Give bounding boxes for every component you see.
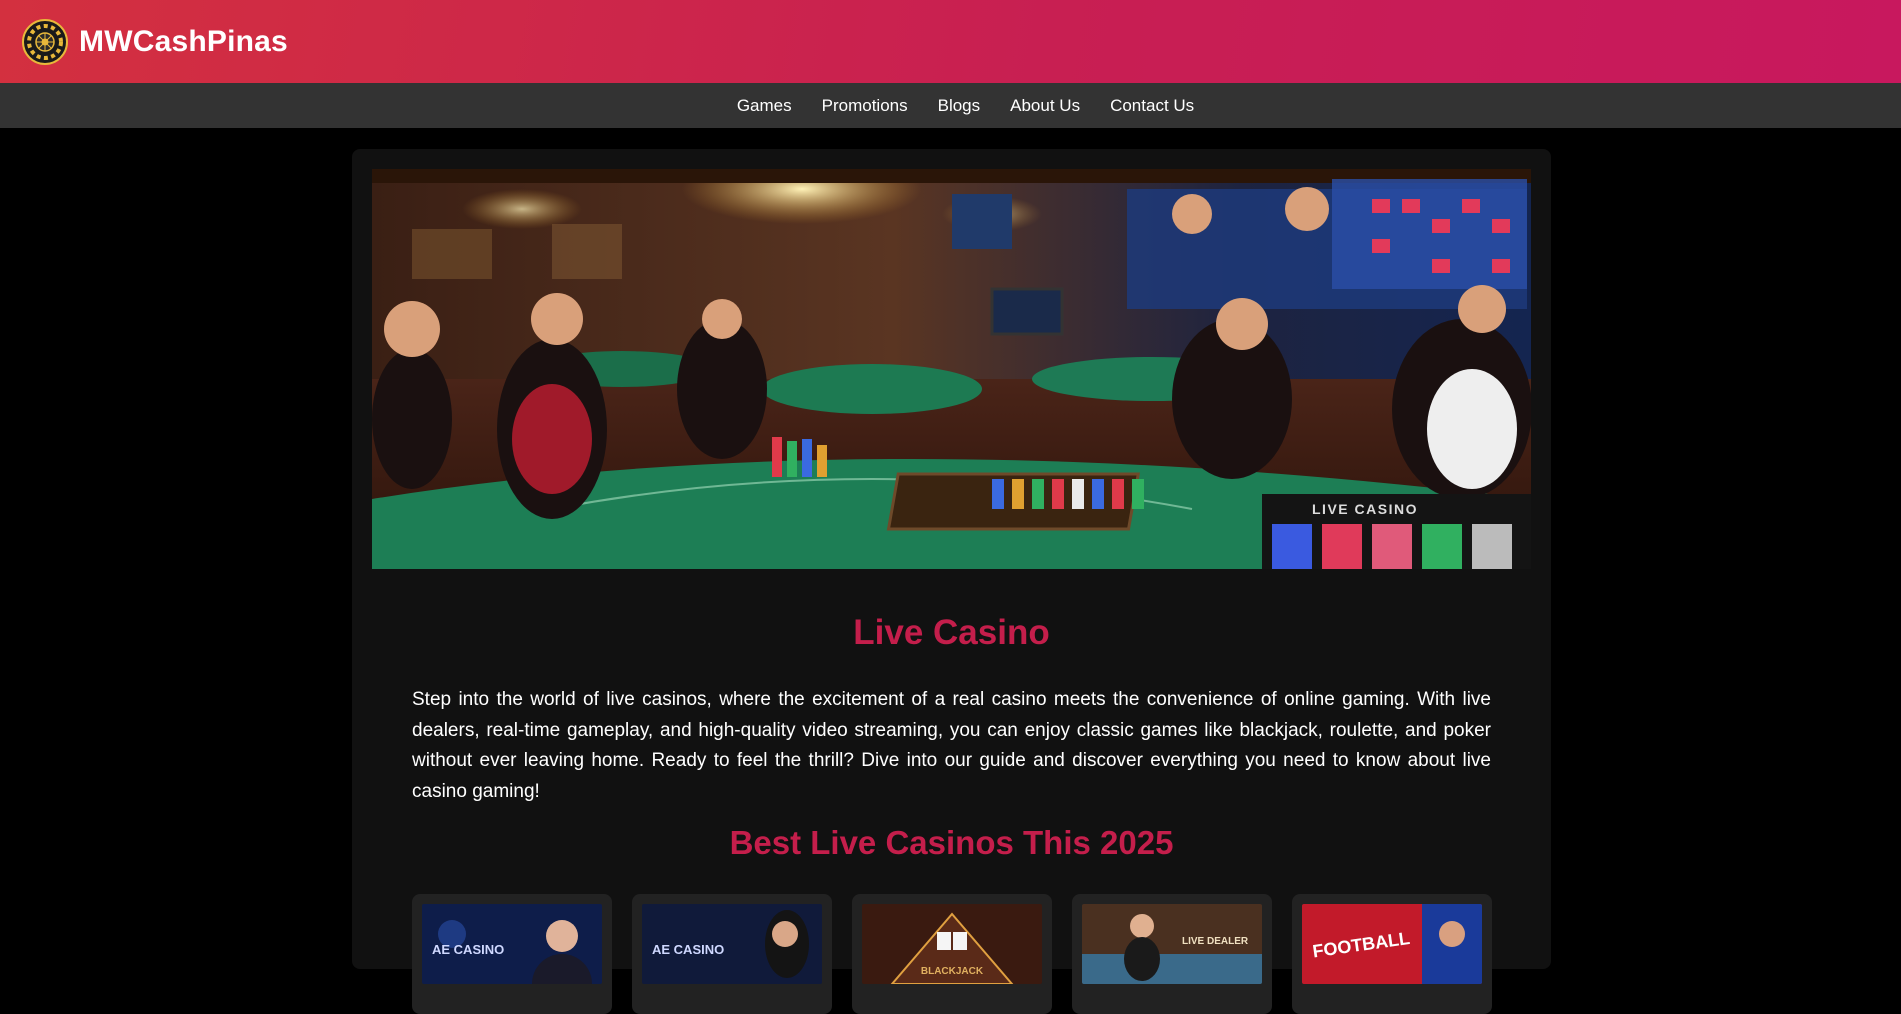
- casino-card-2[interactable]: AE CASINO: [632, 894, 832, 1014]
- main-nav: Games Promotions Blogs About Us Contact …: [0, 83, 1901, 128]
- content-card: LIVE CASINO Live Casino Step into the wo…: [352, 149, 1551, 1014]
- thumb-caption: AE CASINO: [652, 942, 724, 957]
- casino-thumbnail: LIVE DEALER: [1082, 904, 1262, 984]
- nav-games[interactable]: Games: [737, 96, 792, 116]
- nav-about-us[interactable]: About Us: [1010, 96, 1080, 116]
- casino-card-1[interactable]: AE CASINO: [412, 894, 612, 1014]
- casino-thumbnail: AE CASINO: [642, 904, 822, 984]
- casino-thumbnail: AE CASINO: [422, 904, 602, 984]
- hero-overlay-text: LIVE CASINO: [1312, 501, 1418, 517]
- site-header: MWCashPinas: [0, 0, 1901, 83]
- casino-thumbnail: FOOTBALL: [1302, 904, 1482, 984]
- thumb-caption: BLACKJACK: [921, 966, 984, 977]
- casino-card-4[interactable]: LIVE DEALER: [1072, 894, 1272, 1014]
- casino-card-5[interactable]: FOOTBALL: [1292, 894, 1492, 1014]
- casino-card-row: AE CASINO AE CASINO BLACKJACK LIVE DEALE…: [412, 894, 1492, 1014]
- hero-image: LIVE CASINO: [372, 169, 1531, 569]
- nav-promotions[interactable]: Promotions: [822, 96, 908, 116]
- nav-blogs[interactable]: Blogs: [938, 96, 981, 116]
- thumb-caption: LIVE DEALER: [1182, 936, 1249, 947]
- nav-contact-us[interactable]: Contact Us: [1110, 96, 1194, 116]
- casino-thumbnail: BLACKJACK: [862, 904, 1042, 984]
- thumb-caption: AE CASINO: [432, 942, 504, 957]
- brand-name[interactable]: MWCashPinas: [79, 25, 288, 59]
- roulette-wheel-icon[interactable]: [22, 18, 68, 65]
- section-title: Best Live Casinos This 2025: [729, 824, 1174, 861]
- casino-card-3[interactable]: BLACKJACK: [852, 894, 1052, 1014]
- intro-paragraph: Step into the world of live casinos, whe…: [412, 689, 1491, 802]
- page-title: Live Casino: [853, 613, 1050, 652]
